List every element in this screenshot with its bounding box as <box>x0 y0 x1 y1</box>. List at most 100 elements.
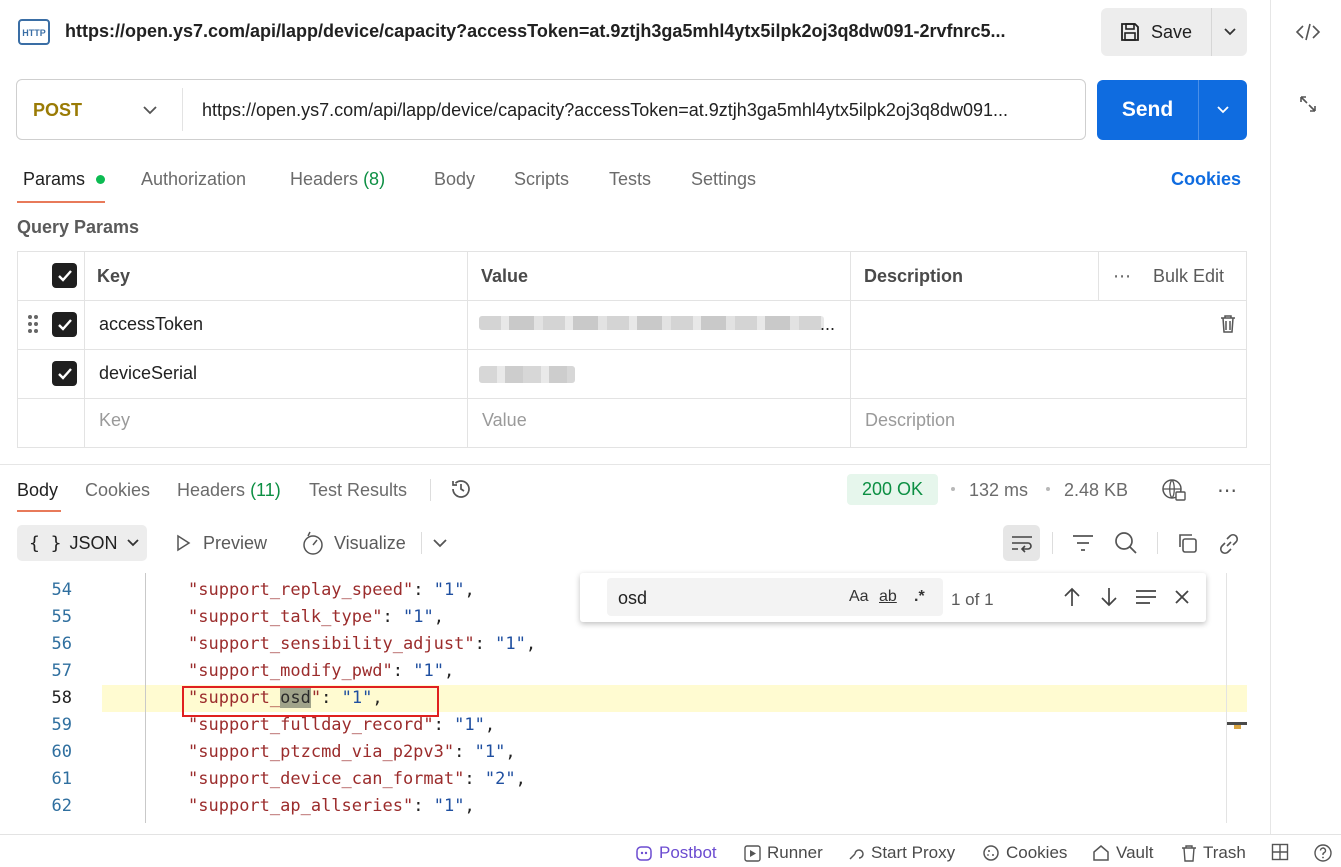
visualize-button[interactable]: Visualize <box>334 533 406 554</box>
drag-handle-icon[interactable] <box>27 313 39 335</box>
code-snippet-icon[interactable] <box>1293 17 1323 47</box>
code-line[interactable]: "support_device_can_format": "2", <box>188 769 526 789</box>
code-line[interactable]: "support_modify_pwd": "1", <box>188 661 454 681</box>
param-key[interactable]: accessToken <box>99 314 203 335</box>
request-title[interactable]: https://open.ys7.com/api/lapp/device/cap… <box>65 21 1065 42</box>
link-icon[interactable] <box>1216 531 1242 557</box>
code-line[interactable]: "support_fullday_record": "1", <box>188 715 495 735</box>
arrow-down-icon[interactable] <box>1098 585 1120 609</box>
method-selector[interactable]: POST <box>33 100 82 121</box>
line-number: 62 <box>51 796 72 816</box>
more-options-icon[interactable]: ⋯ <box>1217 478 1237 503</box>
row-checkbox[interactable] <box>52 361 77 386</box>
response-tab-body[interactable]: Body <box>17 480 58 501</box>
trash-icon[interactable] <box>1219 314 1237 334</box>
tab-headers[interactable]: Headers (8) <box>290 169 385 190</box>
tab-settings[interactable]: Settings <box>691 169 756 190</box>
code-line[interactable]: "support_talk_type": "1", <box>188 607 444 627</box>
search-icon[interactable] <box>1113 530 1139 556</box>
select-all-checkbox[interactable] <box>52 263 77 288</box>
tab-tests[interactable]: Tests <box>609 169 651 190</box>
visualize-icon <box>300 530 326 556</box>
runner-label: Runner <box>767 843 823 862</box>
json-key: support_replay_speed <box>198 580 403 600</box>
new-key-input[interactable]: Key <box>99 410 130 431</box>
save-button[interactable]: Save <box>1101 8 1211 56</box>
response-divider <box>0 464 1270 465</box>
response-tab-cookies[interactable]: Cookies <box>85 480 150 501</box>
query-params-title: Query Params <box>17 217 140 237</box>
arrow-up-icon[interactable] <box>1061 585 1083 609</box>
regex-toggle[interactable]: .* <box>914 588 925 606</box>
divider <box>182 88 183 131</box>
more-options-icon[interactable]: ⋯ <box>1113 266 1131 287</box>
code-line[interactable]: "support_replay_speed": "1", <box>188 580 475 600</box>
new-description-input[interactable]: Description <box>865 410 955 431</box>
code-line[interactable]: "support_ptzcmd_via_p2pv3": "1", <box>188 742 516 762</box>
whole-word-toggle[interactable]: ab <box>879 588 897 606</box>
tab-body[interactable]: Body <box>434 169 475 190</box>
param-value-redacted[interactable] <box>479 366 575 383</box>
vault-button[interactable]: Vault <box>1092 843 1154 863</box>
json-value: 1 <box>484 742 496 762</box>
column-header-description: Description <box>864 266 964 286</box>
start-proxy-button[interactable]: Start Proxy <box>847 843 955 863</box>
scrollbar-track[interactable] <box>1226 573 1227 823</box>
find-in-selection-icon[interactable] <box>1134 587 1158 607</box>
cookies-button[interactable]: Cookies <box>982 843 1067 863</box>
annotation-highlight-box <box>182 686 439 717</box>
network-globe-icon[interactable] <box>1161 477 1187 503</box>
cookies-link[interactable]: Cookies <box>1171 169 1241 190</box>
http-request-icon: HTTP <box>17 16 53 50</box>
divider <box>430 479 431 501</box>
code-line[interactable]: "support_sensibility_adjust": "1", <box>188 634 536 654</box>
save-options-button[interactable] <box>1211 8 1247 56</box>
postbot-label: Postbot <box>659 843 717 862</box>
postbot-button[interactable]: Postbot <box>635 843 717 863</box>
tab-scripts[interactable]: Scripts <box>514 169 569 190</box>
response-size[interactable]: 2.48 KB <box>1064 480 1128 501</box>
runner-icon <box>744 844 761 862</box>
right-sidebar <box>1270 0 1341 834</box>
send-options-button[interactable] <box>1198 80 1247 140</box>
response-tab-headers[interactable]: Headers (11) <box>177 480 281 501</box>
tab-authorization[interactable]: Authorization <box>141 169 246 190</box>
tab-params[interactable]: Params <box>23 169 85 190</box>
status-badge[interactable]: 200 OK <box>847 474 938 505</box>
help-icon[interactable] <box>1313 843 1333 863</box>
response-time[interactable]: 132 ms <box>969 480 1028 501</box>
trash-button[interactable]: Trash <box>1181 843 1246 863</box>
filter-icon[interactable] <box>1071 531 1095 555</box>
related-collections-icon[interactable] <box>1293 89 1323 119</box>
row-checkbox[interactable] <box>52 312 77 337</box>
format-selector[interactable]: { } JSON <box>17 525 147 561</box>
chevron-down-icon <box>126 538 140 548</box>
find-query[interactable]: osd <box>618 588 647 609</box>
send-button[interactable]: Send <box>1097 80 1198 140</box>
format-label: JSON <box>69 532 118 553</box>
param-value-redacted[interactable] <box>479 316 824 330</box>
json-value: 2 <box>495 769 506 789</box>
history-icon[interactable] <box>449 477 473 501</box>
param-key[interactable]: deviceSerial <box>99 363 197 384</box>
bulk-edit-button[interactable]: Bulk Edit <box>1153 266 1224 287</box>
trash-label: Trash <box>1203 843 1246 862</box>
layout-grid-icon[interactable] <box>1271 843 1289 861</box>
chevron-down-icon[interactable] <box>142 100 158 120</box>
active-tab-indicator <box>17 510 61 512</box>
response-tab-headers-count: (11) <box>250 480 281 500</box>
code-line[interactable]: "support_ap_allseries": "1", <box>188 796 475 816</box>
url-input[interactable]: https://open.ys7.com/api/lapp/device/cap… <box>202 100 1078 121</box>
match-case-toggle[interactable]: Aa <box>849 588 869 606</box>
wrap-lines-button[interactable] <box>1003 525 1040 561</box>
chevron-down-icon[interactable] <box>432 537 448 549</box>
line-number: 57 <box>51 661 72 681</box>
preview-button[interactable]: Preview <box>203 533 267 554</box>
new-value-input[interactable]: Value <box>482 410 527 431</box>
runner-button[interactable]: Runner <box>744 843 823 863</box>
response-tab-test-results[interactable]: Test Results <box>309 480 407 501</box>
copy-icon[interactable] <box>1175 531 1199 555</box>
close-icon[interactable] <box>1173 588 1191 606</box>
json-value: 1 <box>443 796 455 816</box>
trash-icon <box>1181 844 1197 862</box>
